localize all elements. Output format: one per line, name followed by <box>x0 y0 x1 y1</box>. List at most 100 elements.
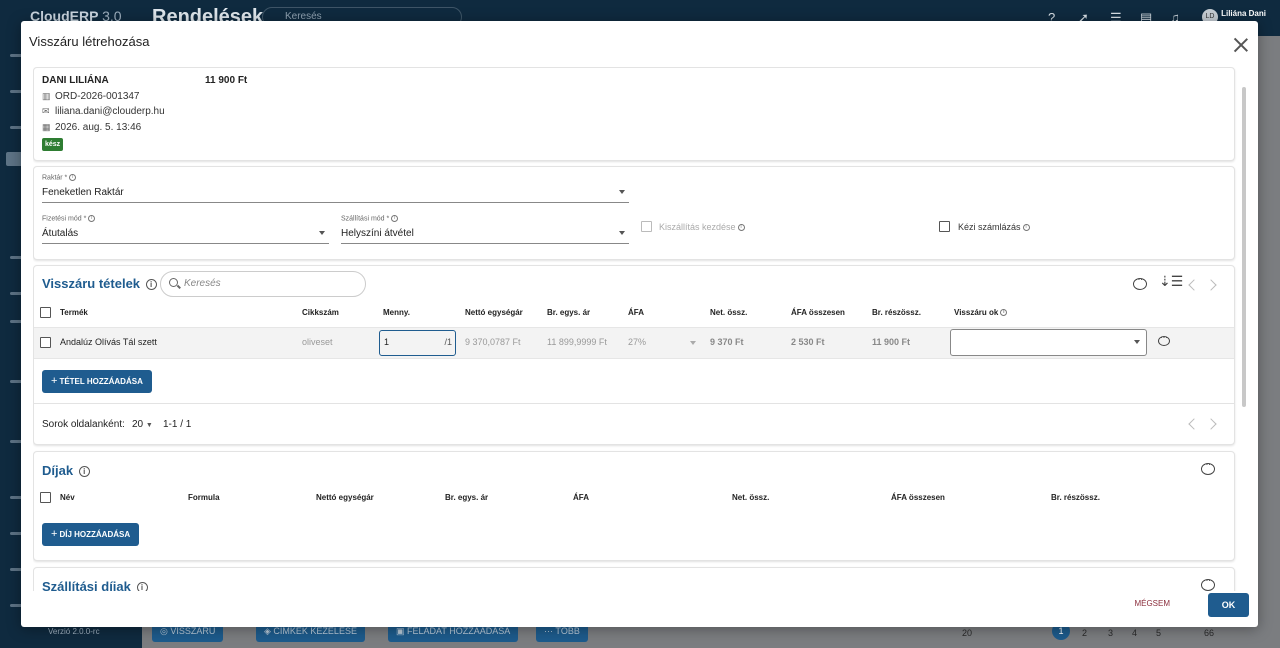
col-sku[interactable]: Cikkszám <box>302 308 339 317</box>
info-icon: i <box>391 215 399 222</box>
next-page-icon[interactable] <box>1205 418 1217 430</box>
start-shipping-checkbox[interactable] <box>641 221 652 232</box>
fees-col-vat[interactable]: ÁFA <box>573 493 589 502</box>
fees-col-gross-unit[interactable]: Br. egys. ár <box>445 493 488 502</box>
shipping-select[interactable]: Helyszíni átvétel <box>341 228 629 244</box>
dropdown-arrow-icon <box>319 231 325 235</box>
user-name[interactable]: Liliána Dani <box>1221 9 1266 18</box>
search-icon <box>169 278 178 287</box>
mail-icon: ✉ <box>42 106 50 116</box>
row-checkbox[interactable] <box>40 337 51 348</box>
dropdown-arrow-icon <box>619 231 625 235</box>
col-gross-unit[interactable]: Br. egys. ár <box>547 308 590 317</box>
info-icon: i <box>78 466 90 478</box>
customer-email: liliana.dani@clouderp.hu <box>55 106 165 117</box>
order-id-line: ▥ ORD-2026-001347 <box>42 91 140 102</box>
row-qty-input[interactable]: 1 /1 <box>379 330 456 356</box>
info-icon: i <box>1022 224 1030 232</box>
bg-per-page[interactable]: 20 <box>962 628 972 638</box>
col-net-total[interactable]: Net. össz. <box>710 308 747 317</box>
row-gross-total: 11 900 Ft <box>872 337 911 347</box>
select-all-checkbox[interactable] <box>40 307 51 318</box>
rows-per-page-select[interactable]: 20 ▼ <box>132 419 153 430</box>
order-total: 11 900 Ft <box>205 75 248 86</box>
row-vat-select: 27% <box>628 337 700 347</box>
info-icon: i <box>1000 309 1008 317</box>
col-product[interactable]: Termék <box>60 308 88 317</box>
comment-icon[interactable] <box>1133 274 1147 290</box>
return-items-title: Visszáru tételek i <box>42 276 157 291</box>
fees-title: Díjak i <box>42 463 90 478</box>
chevron-left-icon[interactable] <box>1188 279 1200 291</box>
dropdown-arrow-icon <box>619 190 625 194</box>
fees-col-gross-total[interactable]: Br. részössz. <box>1051 493 1100 502</box>
col-return-reason[interactable]: Visszáru ok i <box>954 308 1008 317</box>
col-net-unit[interactable]: Nettó egységár <box>465 308 523 317</box>
return-dialog: Visszáru létrehozása DANI LILIÁNA 11 900… <box>21 21 1258 627</box>
close-icon[interactable] <box>1234 38 1248 52</box>
row-net-total: 9 370 Ft <box>710 337 744 347</box>
order-id: ORD-2026-001347 <box>55 91 140 102</box>
info-icon: i <box>145 279 157 291</box>
col-gross-total[interactable]: Br. részössz. <box>872 308 921 317</box>
fees-col-name[interactable]: Név <box>60 493 75 502</box>
col-vat-total[interactable]: ÁFA összesen <box>791 308 845 317</box>
row-vat-total: 2 530 Ft <box>791 337 825 347</box>
dropdown-arrow-icon <box>690 341 696 345</box>
info-icon: i <box>136 582 148 591</box>
ok-button[interactable]: OK <box>1208 593 1249 617</box>
email-line: ✉ liliana.dani@clouderp.hu <box>42 106 165 117</box>
bg-page-last[interactable]: 66 <box>1204 628 1214 638</box>
row-sku: oliveset <box>302 337 333 347</box>
pagination-range: 1-1 / 1 <box>163 419 192 430</box>
return-items-card: Visszáru tételek i Keresés ⇣☰ Termék Cik… <box>33 265 1235 445</box>
items-search-input[interactable]: Keresés <box>160 271 366 297</box>
fees-select-all-checkbox[interactable] <box>40 492 51 503</box>
bg-page-3[interactable]: 3 <box>1108 628 1113 638</box>
bg-page-4[interactable]: 4 <box>1132 628 1137 638</box>
settings-card: Raktár * i Feneketlen Raktár Fizetési mód… <box>33 166 1235 260</box>
fees-col-formula[interactable]: Formula <box>188 493 220 502</box>
manual-invoice-checkbox[interactable] <box>939 221 950 232</box>
bg-page-2[interactable]: 2 <box>1082 628 1087 638</box>
fees-col-net-total[interactable]: Net. össz. <box>732 493 769 502</box>
status-badge: kész <box>42 138 64 151</box>
barcode-icon: ▥ <box>42 91 51 101</box>
col-qty[interactable]: Menny. <box>383 308 410 317</box>
fees-col-net-unit[interactable]: Nettó egységár <box>316 493 374 502</box>
comment-icon[interactable] <box>1201 459 1215 475</box>
payment-label: Fizetési mód * i <box>42 215 96 222</box>
shipping-fees-title: Szállítási díjak i <box>42 579 148 591</box>
info-icon: i <box>737 224 745 232</box>
row-gross-unit: 11 899,9999 Ft <box>547 337 607 347</box>
payment-select[interactable]: Átutalás <box>42 228 329 244</box>
date-line: ▦ 2026. aug. 5. 13:46 <box>42 122 141 133</box>
order-date: 2026. aug. 5. 13:46 <box>55 122 142 133</box>
customer-card: DANI LILIÁNA 11 900 Ft ▥ ORD-2026-001347… <box>33 67 1235 161</box>
customer-name: DANI LILIÁNA <box>42 75 109 86</box>
dialog-content: DANI LILIÁNA 11 900 Ft ▥ ORD-2026-001347… <box>33 67 1246 591</box>
divider <box>34 403 1234 404</box>
cancel-button[interactable]: MÉGSEM <box>1134 599 1170 608</box>
add-fee-button[interactable]: + DÍJ HOZZÁADÁSA <box>42 523 140 546</box>
dropdown-arrow-icon <box>1134 340 1140 344</box>
col-vat[interactable]: ÁFA <box>628 308 644 317</box>
shipping-fees-card: Szállítási díjak i <box>33 567 1235 591</box>
calendar-icon: ▦ <box>42 122 51 132</box>
start-shipping-label: Kiszállítás kezdése i <box>659 222 745 232</box>
row-comment-icon[interactable] <box>1158 332 1170 346</box>
warehouse-select[interactable]: Feneketlen Raktár <box>42 187 629 203</box>
add-item-button[interactable]: + TÉTEL HOZZÁADÁSA <box>42 370 152 393</box>
warehouse-label: Raktár * i <box>42 174 77 181</box>
comment-icon[interactable] <box>1201 575 1215 591</box>
return-reason-select[interactable] <box>950 329 1147 356</box>
fees-col-vat-total[interactable]: ÁFA összesen <box>891 493 945 502</box>
scrollbar[interactable] <box>1242 87 1246 407</box>
bg-page-5[interactable]: 5 <box>1156 628 1161 638</box>
app-version: Verzió 2.0.0-rc <box>48 627 100 636</box>
sort-icon[interactable]: ⇣☰ <box>1159 273 1183 290</box>
prev-page-icon[interactable] <box>1188 418 1200 430</box>
chevron-right-icon[interactable] <box>1205 279 1217 291</box>
info-icon: i <box>69 174 77 181</box>
info-icon: i <box>88 215 96 222</box>
